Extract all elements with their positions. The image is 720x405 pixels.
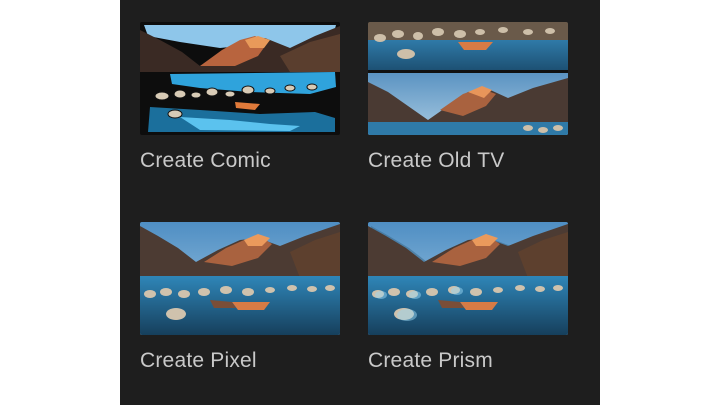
oldtv-thumbnail	[368, 22, 568, 135]
effect-label-oldtv: Create Old TV	[368, 149, 505, 172]
prism-thumbnail	[368, 222, 568, 335]
effect-tile-prism[interactable]: Create Prism	[368, 222, 568, 373]
effects-panel: Create Comic Create Old TV Create Pixel …	[120, 0, 600, 405]
comic-thumbnail	[140, 22, 340, 135]
effect-label-pixel: Create Pixel	[140, 349, 257, 372]
effect-label-comic: Create Comic	[140, 149, 271, 172]
pixel-thumbnail	[140, 222, 340, 335]
effect-tile-comic[interactable]: Create Comic	[140, 22, 340, 173]
effect-label-prism: Create Prism	[368, 349, 493, 372]
effect-tile-oldtv[interactable]: Create Old TV	[368, 22, 568, 173]
effect-tile-pixel[interactable]: Create Pixel	[140, 222, 340, 373]
